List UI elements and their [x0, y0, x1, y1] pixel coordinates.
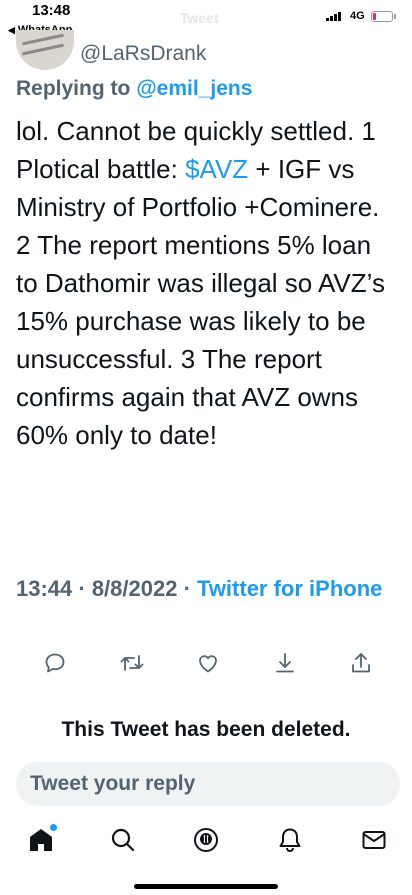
nav-title: Tweet — [180, 10, 219, 26]
deleted-notice: This Tweet has been deleted. — [61, 718, 351, 741]
home-indicator — [134, 884, 278, 889]
tweet-text: lol. Cannot be quickly settled. 1 Plotic… — [16, 112, 396, 454]
avatar[interactable] — [16, 30, 74, 70]
home-icon[interactable] — [23, 822, 59, 858]
retweet-icon[interactable] — [117, 648, 147, 678]
like-icon[interactable] — [193, 648, 223, 678]
notifications-icon[interactable] — [272, 822, 308, 858]
clock: 13:48 — [32, 2, 71, 19]
unread-dot — [50, 824, 57, 831]
network-type: 4G — [350, 10, 365, 22]
messages-icon[interactable] — [356, 822, 392, 858]
reply-box[interactable] — [16, 762, 400, 806]
signal-icon — [326, 12, 341, 21]
search-icon[interactable] — [105, 822, 141, 858]
spaces-icon[interactable] — [188, 822, 224, 858]
replying-label: Replying to — [16, 77, 131, 100]
tweet-actions — [0, 648, 412, 682]
share-icon[interactable] — [346, 648, 376, 678]
bookmark-icon[interactable] — [270, 648, 300, 678]
tweet-timestamp: 13:44 · 8/8/2022 · — [16, 576, 198, 601]
tab-bar — [0, 822, 412, 862]
tweet-text-part: + IGF vs Ministry of Portfolio +Cominere… — [16, 154, 385, 450]
back-arrow-icon: ◀ — [8, 25, 15, 35]
replying-to: Replying to @emil_jens — [16, 77, 252, 101]
user-handle[interactable]: @LaRsDrank — [80, 42, 206, 66]
battery-icon — [371, 11, 396, 22]
tweet-meta: 13:44 · 8/8/2022 · Twitter for iPhone — [16, 573, 396, 604]
tweet-source-link[interactable]: Twitter for iPhone — [197, 576, 382, 601]
cashtag-link[interactable]: $AVZ — [185, 154, 248, 184]
replying-mention-link[interactable]: @emil_jens — [136, 77, 252, 100]
reply-icon[interactable] — [40, 648, 70, 678]
reply-input[interactable] — [30, 770, 380, 798]
